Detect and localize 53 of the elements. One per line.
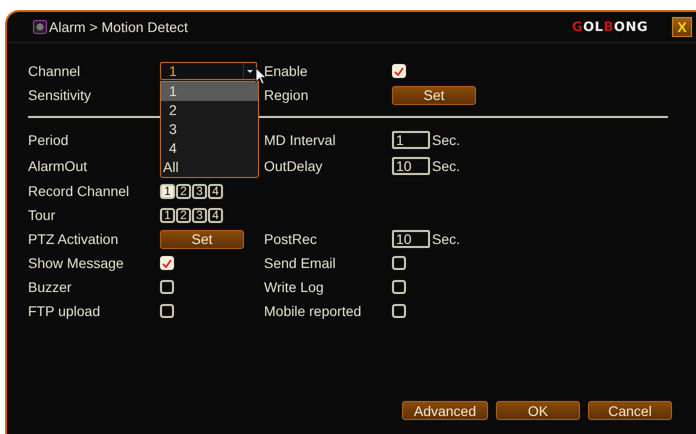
channel-toggle[interactable]: 1 (160, 208, 175, 222)
dialog-button[interactable]: Cancel (588, 401, 672, 420)
field-label: Enable (264, 63, 309, 79)
field-label: Sensitivity (28, 87, 92, 103)
unit-label: Sec. (432, 132, 460, 148)
dialog-button[interactable]: OK (496, 401, 580, 420)
set-button[interactable]: Set (160, 230, 244, 248)
field-label: PostRec (264, 231, 318, 247)
channel-toggle[interactable]: 2 (176, 208, 191, 222)
field-label: Region (264, 87, 310, 103)
input-field[interactable]: 10 (392, 157, 430, 175)
brand-logo: GOLBONG (572, 20, 648, 34)
channel-toggle[interactable]: 3 (192, 184, 207, 198)
channel-toggle[interactable]: 2 (176, 184, 191, 198)
input-field[interactable]: 1 (392, 131, 430, 149)
check-icon (162, 258, 172, 268)
checkbox[interactable] (392, 280, 406, 294)
field-label: Send Email (264, 255, 337, 271)
field-label: Show Message (28, 255, 125, 271)
dropdown-option[interactable]: 4 (161, 139, 258, 158)
input-field[interactable]: 10 (392, 230, 430, 248)
dropdown-option[interactable]: 1 (161, 82, 258, 101)
set-button[interactable]: Set (392, 86, 476, 104)
check-icon (394, 66, 404, 76)
channel-toggle[interactable]: 4 (208, 184, 223, 198)
unit-label: Sec. (432, 231, 460, 247)
channel-toggle[interactable]: 1 (160, 184, 175, 198)
field-label: MD Interval (264, 132, 337, 148)
channel-toggle[interactable]: 4 (208, 208, 223, 222)
dropdown-option[interactable]: All (161, 158, 258, 177)
window-icon (33, 20, 47, 34)
field-label: Buzzer (28, 279, 73, 295)
checkbox[interactable] (160, 304, 174, 318)
field-label: Tour (28, 207, 56, 223)
field-label: Period (28, 132, 70, 148)
channel-toggle[interactable]: 3 (192, 208, 207, 222)
field-label: OutDelay (264, 158, 324, 174)
unit-label: Sec. (432, 158, 460, 174)
checkbox[interactable] (392, 256, 406, 270)
checkbox[interactable] (160, 280, 174, 294)
field-label: Mobile reported (264, 303, 362, 319)
field-label: AlarmOut (28, 158, 88, 174)
window-title: Alarm > Motion Detect (49, 19, 189, 35)
checkbox[interactable] (392, 304, 406, 318)
dropdown-option[interactable]: 3 (161, 120, 258, 139)
dialog-button[interactable]: Advanced (402, 401, 488, 420)
field-label: Record Channel (28, 183, 130, 199)
field-label: Write Log (264, 279, 325, 295)
field-label: Channel (28, 63, 82, 79)
dropdown-option[interactable]: 2 (161, 101, 258, 120)
close-button[interactable]: X (672, 17, 692, 37)
field-label: PTZ Activation (28, 231, 120, 247)
field-label: FTP upload (28, 303, 102, 319)
